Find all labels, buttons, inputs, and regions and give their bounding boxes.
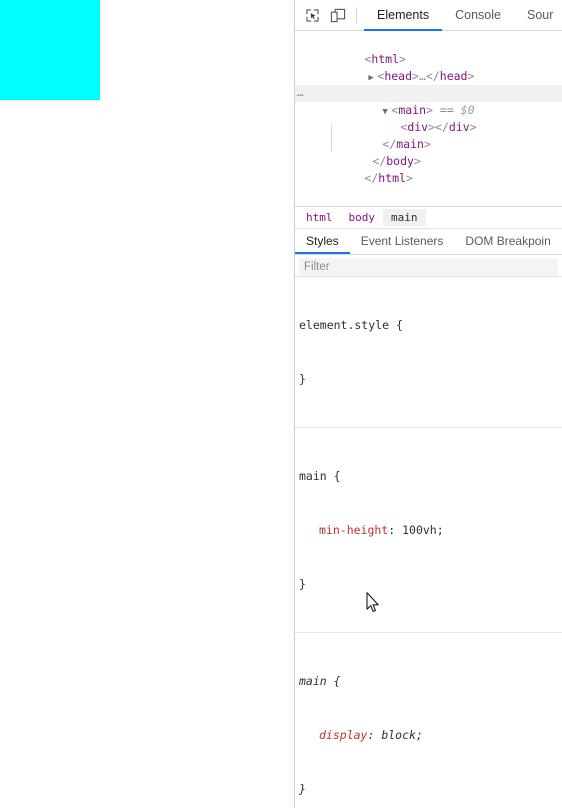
tab-styles[interactable]: Styles	[295, 228, 350, 254]
dom-node-head[interactable]: ▶ <head>…</head>	[295, 51, 562, 83]
breadcrumb-item-body[interactable]: body	[341, 209, 384, 226]
node-badge-ellipsis[interactable]: …	[297, 86, 305, 100]
css-selector[interactable]: element.style	[299, 318, 389, 332]
dom-node-html-close[interactable]: </html>	[295, 153, 562, 185]
css-value[interactable]: block	[381, 728, 416, 742]
css-selector[interactable]: main	[299, 674, 327, 688]
dom-node-html-open[interactable]: <html>	[295, 34, 562, 66]
css-property[interactable]: display	[319, 728, 367, 742]
page-viewport	[0, 0, 294, 808]
breadcrumb-item-html[interactable]: html	[298, 209, 341, 226]
devtools-panel: Elements Console Sour <html> ▶ <head>…</h…	[295, 0, 562, 808]
screen: Elements Console Sour <html> ▶ <head>…</h…	[0, 0, 562, 808]
css-value[interactable]: 100vh	[402, 523, 437, 537]
dom-node-body-open[interactable]: ▼<body>	[295, 68, 562, 100]
css-rule-main-useragent[interactable]: main { display: block; }	[295, 633, 562, 808]
filter-input[interactable]	[299, 258, 558, 276]
styles-filter-bar	[295, 255, 562, 277]
breadcrumb-item-main[interactable]: main	[383, 209, 426, 226]
inspect-element-icon[interactable]	[299, 3, 325, 27]
tab-event-listeners[interactable]: Event Listeners	[350, 228, 455, 254]
toolbar-divider	[356, 6, 357, 24]
css-rule-main-author[interactable]: main { min-height: 100vh; }	[295, 428, 562, 633]
device-toolbar-icon[interactable]	[325, 3, 351, 27]
dom-node-body-close[interactable]: </body>	[295, 136, 562, 168]
dom-tag-html-close: html	[378, 171, 406, 185]
dom-tree[interactable]: <html> ▶<head>…</head> ▼<body> …▼<main> …	[295, 31, 562, 207]
css-property[interactable]: min-height	[319, 523, 388, 537]
styles-pane-tabs: Styles Event Listeners DOM Breakpoin	[295, 229, 562, 255]
tab-dom-breakpoints[interactable]: DOM Breakpoin	[454, 228, 561, 254]
devtools-toolbar: Elements Console Sour	[295, 0, 562, 31]
dom-node-main-selected[interactable]: … ▼ <main> == $0	[295, 85, 562, 117]
tab-sources[interactable]: Sour	[514, 0, 562, 31]
dom-node-div[interactable]: <div></div>	[295, 102, 562, 134]
breadcrumb: html body main	[295, 207, 562, 229]
tree-guideline	[331, 125, 332, 151]
dom-node-main-close[interactable]: </main>	[295, 119, 562, 151]
css-selector[interactable]: main	[299, 469, 327, 483]
tab-console[interactable]: Console	[442, 0, 514, 31]
css-rules-list: element.style { } main { min-height: 100…	[295, 277, 562, 808]
tab-elements[interactable]: Elements	[364, 0, 443, 31]
cyan-block	[0, 0, 100, 100]
css-rule-element-style[interactable]: element.style { }	[295, 277, 562, 428]
